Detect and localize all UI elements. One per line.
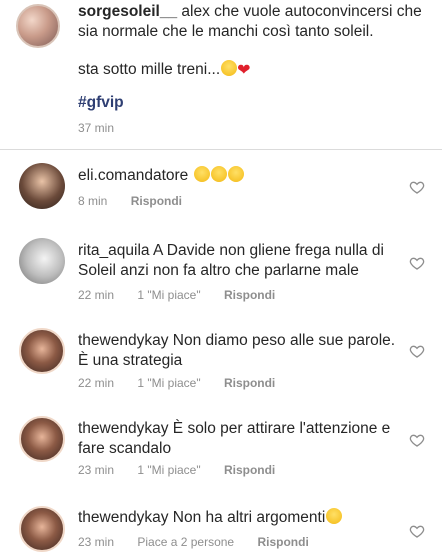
comment-timestamp: 23 min (78, 535, 115, 549)
smile-emoji-icon (221, 60, 238, 76)
caption-timestamp: 37 min (78, 121, 115, 135)
comment-username[interactable]: thewendykay (78, 420, 168, 437)
caption-username[interactable]: sorgesoleil__ (78, 3, 177, 20)
avatar[interactable] (19, 328, 65, 374)
comment-meta: 8 min Rispondi (78, 194, 202, 208)
comment-text: thewendykay Non ha altri argomenti (78, 508, 398, 528)
comment-timestamp: 8 min (78, 194, 108, 208)
comment-meta: 23 min 1 "Mi piace" Rispondi (78, 463, 295, 477)
post-caption: sorgesoleil__ alex che vuole autoconvinc… (0, 0, 442, 149)
heart-outline-icon[interactable] (409, 255, 425, 271)
avatar[interactable] (19, 506, 65, 552)
reply-button[interactable]: Rispondi (224, 288, 275, 302)
like-count[interactable]: 1 "Mi piace" (137, 463, 200, 477)
comment-text: rita_aquila A Davide non gliene frega nu… (78, 241, 398, 281)
like-count[interactable]: 1 "Mi piace" (137, 376, 200, 390)
comment-text: thewendykay Non diamo peso alle sue paro… (78, 331, 398, 371)
comment-meta: 23 min Piace a 2 persone Rispondi (78, 535, 329, 549)
heart-eyes-emoji-icon (227, 166, 244, 182)
caption-body-line2: sta sotto mille treni... (78, 61, 221, 78)
comment-body: Non ha altri argomenti (172, 509, 326, 526)
hashtag-link[interactable]: #gfvip (78, 94, 124, 112)
avatar[interactable] (19, 163, 65, 209)
smile-emoji-icon (326, 508, 343, 524)
caption-text: sorgesoleil__ alex che vuole autoconvinc… (78, 2, 430, 80)
avatar[interactable] (19, 238, 65, 284)
comment-text: thewendykay È solo per attirare l'attenz… (78, 419, 398, 459)
comment-username[interactable]: thewendykay (78, 332, 168, 349)
reply-button[interactable]: Rispondi (257, 535, 308, 549)
comment-meta: 22 min 1 "Mi piace" Rispondi (78, 288, 295, 302)
comment-timestamp: 22 min (78, 288, 115, 302)
heart-outline-icon[interactable] (409, 343, 425, 359)
avatar[interactable] (16, 4, 60, 48)
like-count[interactable]: 1 "Mi piace" (137, 288, 200, 302)
comment-username[interactable]: rita_aquila (78, 242, 150, 259)
heart-outline-icon[interactable] (409, 432, 425, 448)
reply-button[interactable]: Rispondi (224, 376, 275, 390)
comment-timestamp: 23 min (78, 463, 115, 477)
like-count[interactable]: Piace a 2 persone (137, 535, 234, 549)
comment-meta: 22 min 1 "Mi piace" Rispondi (78, 376, 295, 390)
comment-username[interactable]: eli.comandatore (78, 167, 188, 184)
reply-button[interactable]: Rispondi (224, 463, 275, 477)
reply-button[interactable]: Rispondi (131, 194, 182, 208)
heart-outline-icon[interactable] (409, 523, 425, 539)
heart-outline-icon[interactable] (409, 179, 425, 195)
heart-eyes-emoji-icon (210, 166, 227, 182)
comments-screen: sorgesoleil__ alex che vuole autoconvinc… (0, 0, 442, 560)
comment-username[interactable]: thewendykay (78, 509, 168, 526)
heart-emoji-icon: ❤ (237, 62, 251, 79)
divider (0, 149, 442, 150)
heart-eyes-emoji-icon (193, 166, 210, 182)
avatar[interactable] (19, 416, 65, 462)
comment-text: eli.comandatore (78, 166, 398, 186)
comment-timestamp: 22 min (78, 376, 115, 390)
